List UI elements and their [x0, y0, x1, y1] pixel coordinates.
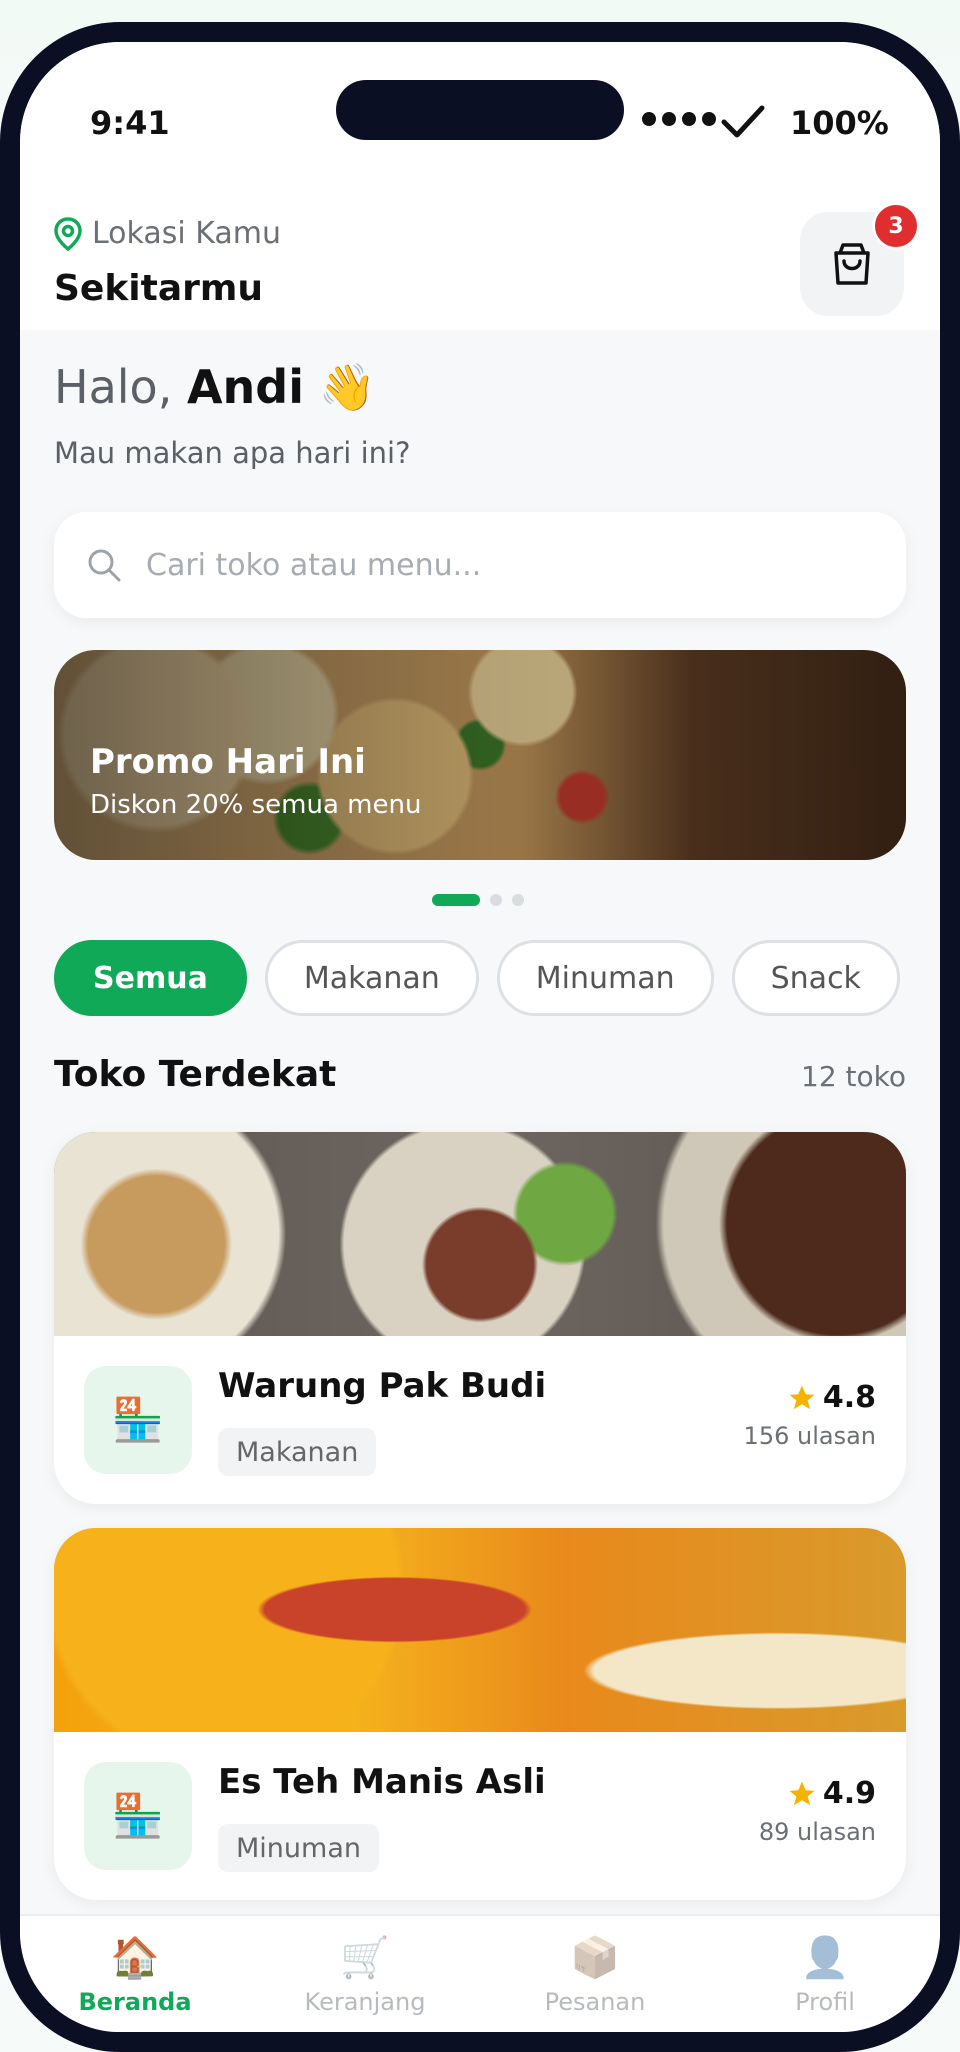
- carousel-dot[interactable]: [490, 894, 502, 906]
- package-icon: 📦: [570, 1935, 620, 1981]
- home-icon: 🏠: [110, 1935, 160, 1981]
- store-icon: 🏪: [84, 1366, 192, 1474]
- review-count: 89 ulasan: [758, 1818, 876, 1846]
- carousel-dot[interactable]: [432, 894, 480, 906]
- star-icon: [789, 1781, 815, 1805]
- search-icon: [88, 549, 121, 582]
- store-rating: 4.9: [787, 1776, 876, 1811]
- nav-beranda[interactable]: 🏠 Beranda: [20, 1916, 250, 2032]
- nav-profil[interactable]: 👤 Profil: [710, 1916, 940, 2032]
- section-title: Toko Terdekat: [54, 1054, 337, 1095]
- chip-snack[interactable]: Snack: [731, 940, 900, 1016]
- store-card[interactable]: 🏪 Warung Pak Budi Makanan 4.8 156 ulasan: [54, 1132, 906, 1504]
- user-icon: 👤: [800, 1935, 850, 1981]
- wifi-icon: [721, 105, 765, 138]
- search-input[interactable]: [146, 547, 846, 583]
- location-label: Lokasi Kamu: [92, 216, 282, 251]
- nav-label: Beranda: [78, 1988, 192, 2016]
- chip-semua[interactable]: Semua: [54, 940, 247, 1016]
- nav-label: Profil: [795, 1988, 855, 2016]
- location-selector[interactable]: Lokasi Kamu: [54, 216, 281, 251]
- store-cover-image: [54, 1528, 906, 1732]
- promo-subtitle: Diskon 20% semua menu: [90, 790, 422, 820]
- rating-value: 4.9: [822, 1776, 876, 1811]
- nav-label: Keranjang: [304, 1988, 426, 2016]
- store-card-body: 🏪 Warung Pak Budi Makanan 4.8 156 ulasan: [54, 1336, 906, 1504]
- store-name: Warung Pak Budi: [218, 1366, 547, 1406]
- phone-frame: 9:41 100% Lokasi Kamu Sekitarmu 3 Halo, …: [0, 22, 960, 2052]
- greeting-title: Halo, Andi 👋: [54, 360, 376, 415]
- dynamic-island: [336, 80, 624, 140]
- store-card-body: 🏪 Es Teh Manis Asli Minuman 4.9 89 ulasa…: [54, 1732, 906, 1900]
- star-icon: [789, 1385, 815, 1409]
- user-name: Andi: [186, 360, 304, 414]
- nav-keranjang[interactable]: 🛒 Keranjang: [250, 1916, 480, 2032]
- review-count: 156 ulasan: [743, 1422, 876, 1450]
- status-bar: 9:41 100%: [20, 42, 940, 172]
- greeting-subtitle: Mau makan apa hari ini?: [54, 436, 411, 470]
- category-filter: Semua Makanan Minuman Snack: [54, 940, 900, 1016]
- rating-value: 4.8: [822, 1380, 876, 1415]
- signal-icon: [642, 112, 716, 126]
- chip-makanan[interactable]: Makanan: [264, 940, 479, 1016]
- cart-count-badge: 3: [872, 202, 920, 250]
- shopping-bag-icon: [834, 243, 870, 285]
- chip-minuman[interactable]: Minuman: [496, 940, 714, 1016]
- nav-pesanan[interactable]: 📦 Pesanan: [480, 1916, 710, 2032]
- store-card[interactable]: 🏪 Es Teh Manis Asli Minuman 4.9 89 ulasa…: [54, 1528, 906, 1900]
- store-icon: 🏪: [84, 1762, 192, 1870]
- battery-level: 100%: [790, 104, 889, 142]
- promo-banner[interactable]: Promo Hari Ini Diskon 20% semua menu: [54, 650, 906, 860]
- store-rating: 4.8: [787, 1380, 876, 1415]
- status-time: 9:41: [90, 104, 170, 142]
- cart-icon: 🛒: [340, 1935, 390, 1981]
- store-name: Es Teh Manis Asli: [218, 1762, 546, 1802]
- store-category-tag: Makanan: [218, 1428, 377, 1476]
- nav-label: Pesanan: [544, 1988, 646, 2016]
- carousel-dot[interactable]: [512, 894, 524, 906]
- location-name[interactable]: Sekitarmu: [54, 268, 263, 309]
- app-screen: 9:41 100% Lokasi Kamu Sekitarmu 3 Halo, …: [20, 42, 940, 2032]
- location-header: Lokasi Kamu Sekitarmu 3: [20, 172, 940, 330]
- location-pin-icon: [54, 216, 82, 251]
- carousel-indicator: [432, 894, 524, 906]
- store-cover-image: [54, 1132, 906, 1336]
- bottom-navigation: 🏠 Beranda 🛒 Keranjang 📦 Pesanan 👤 Profil: [20, 1914, 940, 2032]
- greeting-prefix: Halo,: [54, 360, 173, 414]
- promo-title: Promo Hari Ini: [90, 742, 366, 782]
- store-count: 12 toko: [801, 1060, 906, 1093]
- wave-icon: 👋: [318, 360, 376, 414]
- search-bar[interactable]: [54, 512, 906, 618]
- store-category-tag: Minuman: [218, 1824, 379, 1872]
